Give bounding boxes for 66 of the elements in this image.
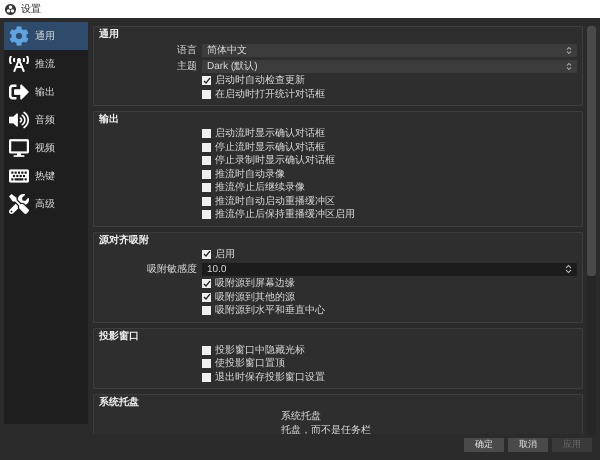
checkbox-label[interactable]: 退出时保存投影窗口设置 [215,370,325,385]
checkbox[interactable] [202,196,211,206]
sidebar-item[interactable]: 高级 [4,190,88,218]
checkbox[interactable] [202,346,211,355]
checkbox[interactable] [202,90,211,99]
checkbox[interactable] [202,156,211,166]
checkbox-label[interactable]: 在启动时打开统计对话框 [215,86,325,102]
checkbox[interactable] [202,250,211,259]
window-title: 设置 [21,2,41,16]
field-label: 语言 [177,44,197,56]
checkbox-label[interactable]: 启动时自动检查更新 [215,73,305,88]
group-title: 通用 [99,28,119,42]
checkbox[interactable] [202,129,211,138]
group-title: 系统托盘 [99,396,139,410]
sidebar-item[interactable]: 通用 [4,22,88,50]
spinner-arrows-icon [566,46,572,54]
checkbox-label[interactable]: 系统托盘 [281,409,321,424]
checkbox[interactable] [202,279,211,288]
checkbox-label[interactable]: 停止流时显示确认对话框 [215,140,325,155]
checkbox-label[interactable]: 推流停止后继续录像 [215,180,305,196]
sidebar-item[interactable]: 音频 [4,106,88,134]
dropdown[interactable]: Dark (默认) [202,60,577,72]
group-title: 输出 [99,112,119,127]
group-title: 投影窗口 [99,330,139,344]
checkbox[interactable] [202,359,211,368]
monitor-icon [9,138,29,158]
sidebar-item[interactable]: 输出 [4,78,88,106]
sidebar-item[interactable]: 视频 [4,134,88,162]
group-title: 源对齐吸附 [99,233,149,248]
checkbox[interactable] [202,210,211,220]
field-label: 吸附敏感度 [147,264,197,274]
sidebar-item[interactable]: 推流 [4,50,88,78]
checkbox-label[interactable]: 启用 [215,246,235,262]
checkbox-label[interactable]: 使投影窗口置顶 [215,356,285,372]
checkbox-label[interactable]: 投影窗口中隐藏光标 [215,342,305,358]
spinner-arrows-icon [566,62,572,70]
checkbox-label[interactable]: 停止录制时显示确认对话框 [215,153,335,168]
scrollbar-thumb[interactable] [587,26,596,276]
spinner-arrows-icon [565,264,572,274]
app-logo-icon [5,4,16,14]
field-label: 主题 [177,60,197,72]
checkbox[interactable] [202,170,211,179]
checkbox-label[interactable]: 吸附源到屏幕边缘 [215,276,295,292]
sidebar-item[interactable]: 热键 [4,162,88,190]
speaker-icon [9,110,29,130]
checkbox-label[interactable]: 推流停止后保持重播缓冲区启用 [215,207,355,222]
checkbox[interactable] [202,372,211,382]
dropdown[interactable]: 简体中文 [202,44,577,56]
checkbox-label[interactable]: 启动流时显示确认对话框 [215,126,325,142]
checkbox[interactable] [202,292,211,302]
antenna-icon [9,54,29,74]
checkbox[interactable] [202,76,211,86]
checkbox[interactable] [202,142,211,152]
settings-icon [9,26,29,46]
checkbox-label[interactable]: 托盘，而不是任务栏 [281,422,371,434]
dialog-button[interactable]: 确定 [464,438,504,452]
checkbox-label[interactable]: 推流时自动启动重播缓冲区 [215,194,335,209]
tools-icon [9,194,29,214]
checkbox-label[interactable]: 吸附源到其他的源 [215,290,295,305]
checkbox-label[interactable]: 吸附源到水平和垂直中心 [215,303,325,318]
checkbox[interactable] [202,183,211,192]
number-input[interactable]: 10.0 [202,262,577,276]
checkbox[interactable] [202,306,211,316]
arrow-exit-icon [9,82,29,102]
dialog-button[interactable]: 取消 [508,438,548,452]
checkbox-label[interactable]: 推流时自动录像 [215,166,285,182]
